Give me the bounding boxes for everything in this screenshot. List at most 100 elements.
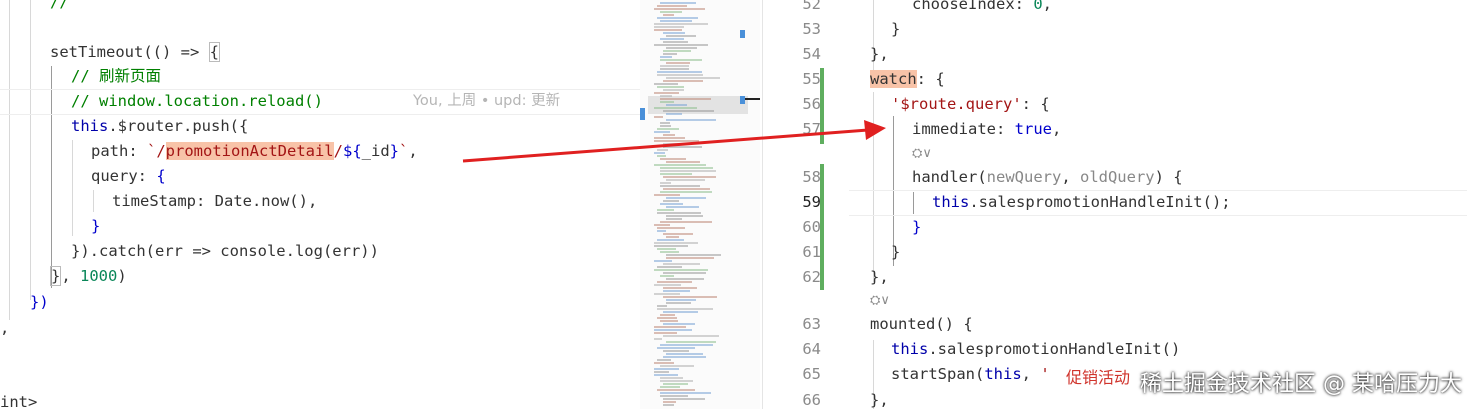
minimap-line [663,143,687,145]
minimap-line [663,53,677,55]
minimap-line [654,131,670,133]
minimap[interactable] [640,0,760,409]
line-number: 61 [802,243,821,261]
minimap-line [666,257,714,259]
minimap-line [657,281,692,283]
codelens-indicator[interactable]: ⛭∨ [870,288,890,313]
minimap-line [657,266,682,268]
code-line[interactable]: handler(newQuery, oldQuery) { [912,165,1183,190]
code-line[interactable]: setTimeout(() => { [50,40,220,65]
minimap-line [657,74,703,76]
minimap-line [663,287,697,289]
minimap-line [663,398,705,400]
minimap-line [657,5,687,7]
minimap-line [663,356,706,358]
minimap-line [663,404,674,406]
codelens-indicator[interactable]: ⛭∨ [912,141,932,166]
code-line[interactable]: // [50,0,69,15]
code-line[interactable]: path: `/promotionActDetail/${_id}`, [91,139,418,164]
minimap-line [660,395,688,397]
code-line[interactable]: chooseIndex: 0, [912,0,1052,17]
minimap-line [660,170,716,172]
minimap-line [654,368,679,370]
minimap-line [654,23,708,25]
minimap-line [654,29,682,31]
code-line[interactable]: startSpan(this, ' [891,362,1050,387]
code-line[interactable]: }, [870,42,889,67]
line-number: 66 [802,391,821,409]
code-line[interactable]: } [891,240,900,265]
code-line[interactable]: } [891,17,900,42]
code-line[interactable]: }, [870,265,889,290]
minimap-line [654,140,699,142]
minimap-line [666,35,696,37]
minimap-line [663,383,688,385]
code-line[interactable]: immediate: true, [912,117,1061,142]
minimap-line [657,155,666,157]
minimap-line [666,197,706,199]
minimap-line [663,290,690,292]
indent-guide [30,0,31,300]
minimap-line [654,92,679,94]
code-line[interactable]: } [912,215,921,240]
code-line[interactable]: }, 1000) [50,264,127,289]
minimap-line [660,191,712,193]
minimap-line [654,326,686,328]
minimap-line [660,314,675,316]
code-line[interactable]: query: { [91,164,166,189]
minimap-line [654,284,681,286]
line-number: 60 [802,218,821,236]
minimap-line [660,320,678,322]
code-line[interactable]: }, [870,388,889,409]
minimap-line [660,185,700,187]
line-number: 52 [802,0,821,13]
minimap-line [654,137,685,139]
minimap-line [660,344,713,346]
minimap-line [666,47,697,49]
minimap-line [663,80,703,82]
code-line[interactable]: } [91,214,100,239]
minimap-line [654,293,680,295]
left-editor[interactable]: // setTimeout(() => { // 刷新页面 // window.… [0,0,640,409]
minimap-line [660,122,670,124]
line-number: 58 [802,168,821,186]
code-line[interactable]: this.salespromotionHandleInit(); [932,190,1231,215]
minimap-line [666,215,703,217]
code-line[interactable]: , [0,316,9,341]
code-line[interactable]: '$route.query': { [891,92,1050,117]
minimap-line [666,119,716,121]
minimap-line [657,347,695,349]
minimap-line [654,8,705,10]
code-line[interactable]: mounted() { [870,312,973,337]
code-line[interactable]: int> [0,390,37,409]
minimap-line [657,212,701,214]
code-line[interactable]: }) [30,290,49,315]
minimap-line [666,341,716,343]
minimap-line [663,233,693,235]
minimap-line [654,83,678,85]
code-line[interactable]: timeStamp: Date.now(), [112,189,317,214]
code-line[interactable]: // window.location.reload() You, 上周 • upd… [71,89,560,114]
minimap-line [660,20,692,22]
minimap-line [654,44,708,46]
minimap-line [654,107,697,109]
code-line[interactable]: // 刷新页面 [71,64,161,89]
minimap-line [660,95,672,97]
minimap-line [660,251,679,253]
code-line[interactable]: this.$router.push({ [71,114,248,139]
minimap-line [660,365,694,367]
minimap-line [654,338,662,340]
minimap-line [657,230,666,232]
minimap-line [654,260,672,262]
code-line[interactable]: }).catch(err => console.log(err)) [71,239,379,264]
indent-guide [9,0,10,320]
right-editor[interactable]: 52 chooseIndex: 0, 53 } 54 }, 55 watch: … [763,0,1467,409]
minimap-line [654,362,674,364]
minimap-line [663,110,714,112]
code-line[interactable]: watch: { [870,67,945,92]
minimap-line [660,380,693,382]
minimap-line [663,323,695,325]
code-line[interactable]: this.salespromotionHandleInit() [891,337,1180,362]
minimap-line [660,377,683,379]
minimap-scroll-marker [740,30,745,38]
